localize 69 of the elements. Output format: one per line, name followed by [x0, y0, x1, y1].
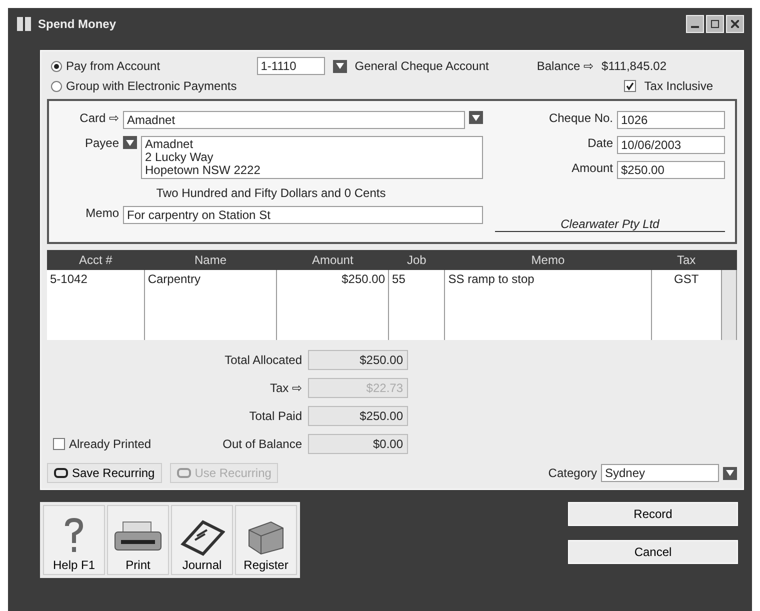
balance-label: Balance ⇨: [536, 59, 594, 73]
recurring-icon: [54, 468, 68, 478]
signature-line: Clearwater Pty Ltd: [495, 217, 725, 232]
dropdown-icon[interactable]: [469, 111, 483, 124]
date-field[interactable]: 10/06/2003: [617, 136, 725, 154]
radio-button[interactable]: [51, 60, 62, 72]
table-cell: 5-1042: [47, 270, 144, 340]
total-value: $250.00: [308, 406, 408, 426]
category-field[interactable]: Sydney: [601, 464, 719, 482]
toolbar-button[interactable]: Journal: [171, 505, 233, 575]
field-label: Amount: [572, 161, 613, 177]
balance-value: $111,845.02: [602, 59, 666, 73]
total-label: Tax ⇨: [268, 381, 303, 395]
scrollbar[interactable]: [722, 270, 736, 340]
maximize-icon: [711, 20, 719, 28]
total-value: $0.00: [308, 434, 408, 454]
table-cell: 55: [388, 270, 445, 340]
toolbar-button[interactable]: Print: [107, 505, 169, 575]
table-cell: Carpentry: [144, 270, 277, 340]
amount-in-words: Two Hundred and Fifty Dollars and 0 Cents: [155, 186, 387, 200]
payee-address-field[interactable]: Amadnet 2 Lucky Way Hopetown NSW 2222: [141, 136, 483, 179]
column-header: Acct #: [47, 250, 144, 270]
column-header: Tax: [651, 250, 722, 270]
toolbar-button[interactable]: Help F1: [43, 505, 105, 575]
column-header: Name: [144, 250, 277, 270]
radio-label: Group with Electronic Payments: [66, 79, 237, 93]
radio-label: Pay from Account: [66, 59, 160, 73]
window-title: Spend Money: [38, 17, 116, 31]
column-header: Memo: [444, 250, 652, 270]
memo-field[interactable]: For carpentry on Station St: [123, 206, 483, 224]
recurring-icon: [176, 468, 191, 478]
close-button[interactable]: [726, 15, 744, 33]
action-button[interactable]: Cancel: [568, 540, 738, 564]
column-header: Job: [388, 250, 445, 270]
card-field[interactable]: Amadnet: [123, 111, 465, 129]
recurring-button[interactable]: Save Recurring: [47, 463, 162, 483]
column-header: Amount: [276, 250, 389, 270]
field-label: Cheque No.: [548, 111, 613, 127]
close-icon: [731, 20, 739, 28]
checkbox-label: Already Printed: [69, 437, 152, 451]
total-label: Out of Balance: [222, 437, 303, 451]
field-label: Memo: [84, 206, 119, 220]
radio-button[interactable]: [51, 80, 62, 92]
toolbar-button[interactable]: Register: [235, 505, 297, 575]
category-label: Category: [548, 466, 597, 480]
dropdown-icon[interactable]: [332, 60, 347, 72]
book-icon: [179, 518, 225, 556]
total-value: $250.00: [308, 350, 408, 370]
dropdown-icon[interactable]: [123, 136, 137, 149]
total-label: Total Allocated: [224, 353, 303, 367]
total-label: Total Paid: [248, 409, 303, 423]
field-label: Payee: [84, 136, 119, 150]
cheque-number-field[interactable]: 1026: [617, 111, 725, 129]
app-icon: [16, 16, 32, 32]
dropdown-icon[interactable]: [723, 466, 737, 480]
account-name: General Cheque Account: [354, 59, 489, 73]
table-cell: SS ramp to stop: [444, 270, 652, 340]
field-label: Date: [588, 136, 613, 152]
account-field[interactable]: 1-1110: [256, 57, 325, 75]
field-label: Card ⇨: [78, 111, 119, 125]
minimize-button[interactable]: [686, 15, 704, 33]
checkbox[interactable]: [624, 80, 636, 92]
checkbox-label: Tax Inclusive: [644, 79, 713, 93]
total-value: $22.73: [308, 378, 408, 398]
checkbox[interactable]: [53, 438, 65, 450]
action-button[interactable]: Record: [568, 502, 738, 526]
amount-field[interactable]: $250.00: [617, 161, 725, 179]
table-cell: $250.00: [276, 270, 389, 340]
maximize-button[interactable]: [706, 15, 724, 33]
